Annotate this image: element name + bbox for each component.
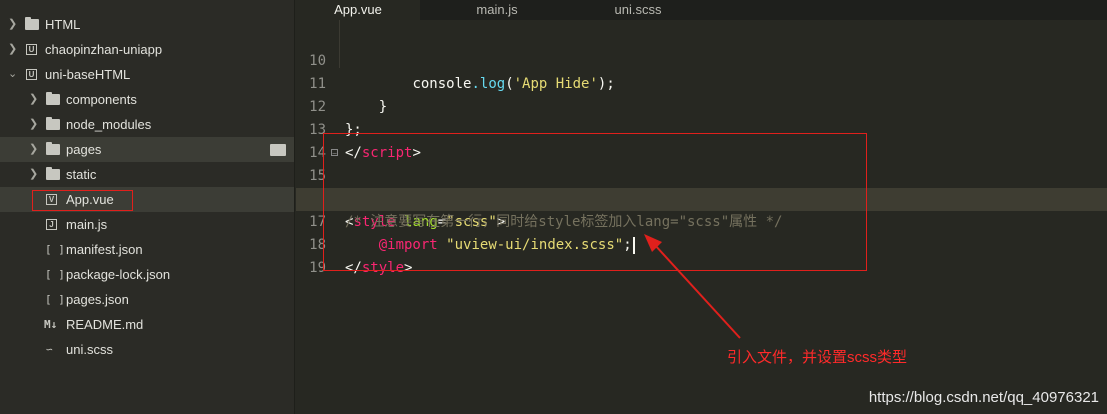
editor-tab-bar: App.vue main.js uni.scss — [296, 0, 1107, 20]
tree-item-label: static — [66, 167, 97, 182]
code-line: 13 </script> — [296, 96, 1107, 161]
tab-uni-scss[interactable]: uni.scss — [568, 0, 708, 20]
tree-item-readme-md[interactable]: M↓ README.md — [0, 312, 294, 337]
tree-item-pages-json[interactable]: [ ] pages.json — [0, 287, 294, 312]
json-file-icon: [ ] — [45, 243, 65, 256]
uni-project-icon: U — [26, 69, 37, 80]
tree-item-label: pages — [66, 142, 102, 157]
tree-item-label: uni.scss — [66, 342, 113, 357]
tree-item-manifest-json[interactable]: [ ] manifest.json — [0, 237, 294, 262]
tree-item-label: components — [66, 92, 137, 107]
code-line: 12 }; — [296, 73, 1107, 138]
tree-item-label: HTML — [45, 17, 81, 32]
tab-app-vue[interactable]: App.vue — [296, 0, 420, 20]
code-line: 10 console.log('App Hide'); — [296, 27, 1107, 92]
tree-item-label: package-lock.json — [66, 267, 171, 282]
js-file-icon: J — [46, 219, 57, 230]
tree-item-components[interactable]: ❯ components — [0, 87, 294, 112]
annotation-arrow-icon — [644, 234, 741, 339]
tab-main-js[interactable]: main.js — [436, 0, 558, 20]
watermark: https://blog.csdn.net/qq_40976321 — [868, 389, 1099, 406]
json-file-icon: [ ] — [45, 268, 65, 281]
scss-file-icon: ∽ — [46, 343, 53, 356]
chevron-right-icon[interactable]: ❯ — [8, 37, 17, 62]
tree-item-chaopinzhan-uniapp[interactable]: ❯ U chaopinzhan-uniapp — [0, 37, 294, 62]
tree-item-label: chaopinzhan-uniapp — [45, 42, 163, 57]
chevron-right-icon[interactable]: ❯ — [29, 162, 38, 187]
markdown-file-icon: M↓ — [44, 318, 58, 331]
code-line: 11 } — [296, 50, 1107, 115]
tree-item-label: pages.json — [66, 292, 129, 307]
open-folder-icon[interactable] — [270, 144, 286, 156]
tree-item-node-modules[interactable]: ❯ node_modules — [0, 112, 294, 137]
folder-icon — [46, 92, 60, 105]
tree-item-label: node_modules — [66, 117, 152, 132]
tree-item-package-lock-json[interactable]: [ ] package-lock.json — [0, 262, 294, 287]
json-file-icon: [ ] — [45, 293, 65, 306]
annotation-text: 引入文件，并设置scss类型 — [727, 349, 908, 366]
tree-item-pages[interactable]: ❯ pages — [0, 137, 294, 162]
file-explorer: ❯ HTML ❯ U chaopinzhan-uniapp ⌄ U uni-ba… — [0, 0, 295, 414]
line-number: 19 — [309, 260, 326, 276]
tree-item-uni-scss[interactable]: ∽ uni.scss — [0, 337, 294, 362]
tree-item-uni-basehtml[interactable]: ⌄ U uni-baseHTML — [0, 62, 294, 87]
uni-project-icon: U — [26, 44, 37, 55]
highlight-box-app-vue — [32, 190, 133, 211]
tree-item-label: manifest.json — [66, 242, 143, 257]
tree-item-label: uni-baseHTML — [45, 67, 131, 82]
chevron-down-icon[interactable]: ⌄ — [8, 62, 17, 87]
tree-item-main-js[interactable]: J main.js — [0, 212, 294, 237]
tree-item-html[interactable]: ❯ HTML — [0, 12, 294, 37]
tree-item-label: main.js — [66, 217, 108, 232]
tree-item-label: README.md — [66, 317, 144, 332]
tree-item-static[interactable]: ❯ static — [0, 162, 294, 187]
folder-icon — [46, 142, 60, 155]
chevron-right-icon[interactable]: ❯ — [29, 112, 38, 137]
folder-icon — [46, 167, 60, 180]
chevron-right-icon[interactable]: ❯ — [29, 87, 38, 112]
chevron-right-icon[interactable]: ❯ — [8, 12, 17, 37]
folder-icon — [25, 17, 39, 30]
folder-icon — [46, 117, 60, 130]
chevron-right-icon[interactable]: ❯ — [29, 137, 38, 162]
highlight-box-style-block — [323, 133, 867, 271]
